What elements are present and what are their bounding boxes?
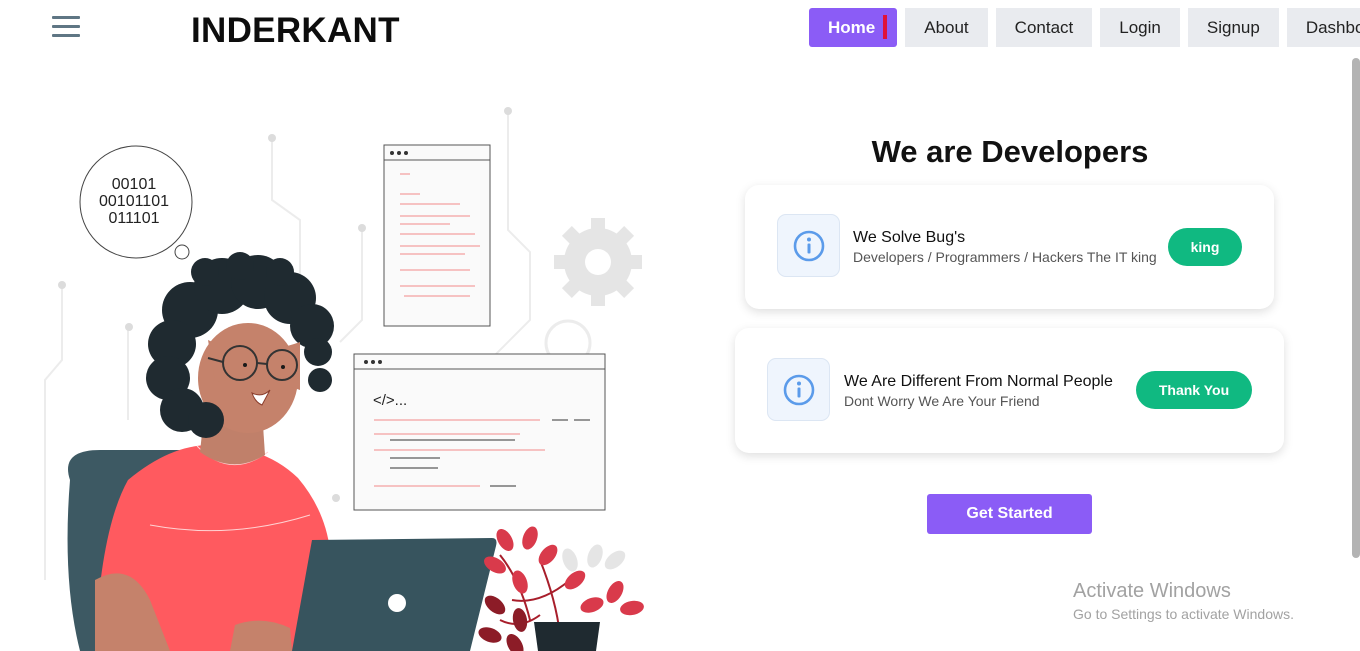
watermark-subtitle: Go to Settings to activate Windows. — [1073, 606, 1294, 622]
page-scrollbar[interactable] — [1352, 58, 1360, 558]
nav-login-button[interactable]: Login — [1100, 8, 1180, 47]
brand-logo: INDERKANT — [191, 11, 400, 50]
developer-illustration: 00101 00101101 011101 </>... — [44, 107, 644, 651]
binary-line-3: 011101 — [108, 210, 159, 227]
hero-title: We are Developers — [871, 134, 1149, 169]
watermark-title: Activate Windows — [1073, 580, 1231, 602]
feature-card-1: We Solve Bug's Developers / Programmers … — [745, 185, 1274, 309]
info-icon — [777, 214, 840, 277]
main-nav: Home About Contact Login Signup Dashboar… — [809, 8, 1360, 47]
binary-line-2: 00101101 — [99, 193, 169, 210]
code-tag-text: </>... — [373, 392, 407, 409]
card-subtitle: Developers / Programmers / Hackers The I… — [853, 249, 1157, 265]
activate-windows-watermark: Activate Windows Go to Settings to activ… — [1073, 580, 1294, 622]
nav-dashboard-button[interactable]: Dashboard — [1286, 8, 1360, 47]
thank-you-button[interactable]: Thank You — [1136, 371, 1252, 409]
feature-card-2: We Are Different From Normal People Dont… — [735, 328, 1284, 453]
card-title: We Solve Bug's — [853, 229, 966, 246]
card-title: We Are Different From Normal People — [844, 373, 1113, 390]
nav-about-button[interactable]: About — [905, 8, 988, 47]
nav-home-button[interactable]: Home — [809, 8, 898, 47]
hamburger-icon[interactable] — [52, 16, 80, 40]
get-started-button[interactable]: Get Started — [927, 494, 1092, 534]
nav-contact-button[interactable]: Contact — [995, 8, 1093, 47]
nav-signup-button[interactable]: Signup — [1187, 8, 1279, 47]
king-button[interactable]: king — [1168, 228, 1242, 266]
card-subtitle: Dont Worry We Are Your Friend — [844, 393, 1040, 409]
binary-line-1: 00101 — [112, 176, 157, 193]
info-icon — [767, 358, 830, 421]
